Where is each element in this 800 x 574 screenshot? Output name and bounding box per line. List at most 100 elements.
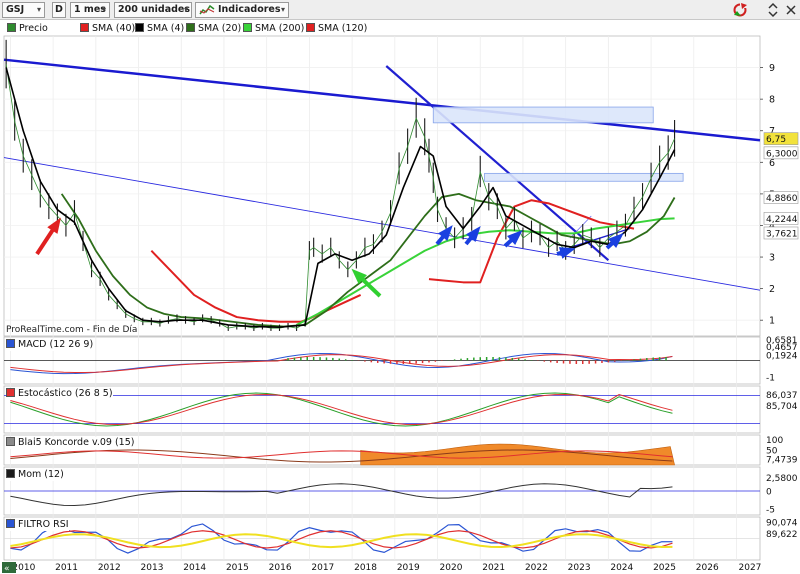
panel-title: Mom (12): [18, 469, 64, 480]
indicators-icon: [199, 4, 215, 15]
x-tick-label: 2025: [653, 563, 676, 573]
rsi-axis-label: 89,622: [766, 530, 798, 540]
chevron-down-icon: ▾: [101, 5, 106, 14]
macd-axis-label: 0,4657: [766, 343, 798, 353]
x-tick-label: 2027: [739, 563, 762, 573]
legend-swatch: [243, 23, 252, 32]
support-trendline: [3, 157, 761, 291]
arrow-shaft: [35, 223, 58, 256]
price-value-label: 4,8860: [766, 194, 798, 204]
legend-label: SMA (40): [92, 23, 136, 34]
legend-label: SMA (120): [318, 23, 368, 34]
chevron-down-icon: ▾: [36, 5, 41, 14]
price-value-label-box: [763, 146, 799, 160]
rsi-axis-label: 90,074: [766, 519, 798, 529]
y-tick-label: 3: [769, 253, 775, 264]
blai5-axis-label: 50: [766, 447, 778, 457]
units-select[interactable]: 200 unidades ▾: [114, 2, 192, 18]
indicators-label: Indicadores: [218, 4, 281, 15]
macd-signal-line: [10, 354, 673, 374]
arrow-head: [351, 268, 367, 284]
panel-swatch: [6, 519, 15, 528]
mom-axis-label: 2,5800: [766, 474, 798, 484]
short-trendline: [569, 227, 630, 249]
chevron-down-icon: ▾: [183, 5, 188, 14]
price-value-label: 6,75: [766, 135, 786, 145]
x-tick-label: 2022: [525, 563, 548, 573]
legend-swatch: [7, 23, 16, 32]
blue-arrow: [464, 226, 481, 246]
sma120-line: [428, 199, 635, 284]
price-value-label: 4,2244: [766, 215, 798, 225]
x-tick-label: 2021: [482, 563, 505, 573]
chart-type-label: D: [55, 4, 63, 15]
x-tick-label: 2023: [568, 563, 591, 573]
y-tick-label: 9: [769, 63, 775, 74]
arrow-shaft: [556, 249, 568, 256]
y-tick-label: 7: [769, 126, 775, 137]
legend-label: SMA (20): [198, 23, 242, 34]
legend-item-sma20[interactable]: SMA (20): [186, 23, 241, 35]
credit-text: ProRealTime.com - Fin de Día: [6, 325, 138, 335]
x-tick-label: 2011: [55, 563, 78, 573]
price-value-label-box: [763, 212, 799, 225]
x-tick-label: 2010: [12, 563, 35, 573]
arrow-head: [466, 226, 481, 242]
legend-item-sma200[interactable]: SMA (200): [243, 23, 304, 35]
panel-label-rsi[interactable]: FILTRO RSI: [6, 519, 69, 531]
legend-swatch: [306, 23, 315, 32]
price-value-label-box: [763, 191, 799, 204]
period-select[interactable]: 1 mes ▾: [70, 2, 110, 18]
x-tick-label: 2014: [183, 563, 206, 573]
scroll-left-icon: «: [4, 564, 10, 574]
x-tick-label: 2017: [311, 563, 334, 573]
chart-canvas: 2010 2011 2012 2013 2014 2015 2016 2017 2018 2019…: [2, 35, 799, 574]
legend-item-price[interactable]: Precio: [7, 23, 48, 35]
indicator-panels: [4, 352, 760, 554]
legend-swatch: [186, 23, 195, 32]
units-value: 200 unidades: [118, 4, 191, 15]
arrow-shaft: [435, 230, 449, 246]
price-plot: [3, 39, 761, 331]
scroll-left-button: [2, 562, 16, 573]
symbol-select[interactable]: GSJ ▾: [2, 2, 45, 18]
close-icon[interactable]: [785, 2, 797, 18]
red-arrow: [35, 217, 61, 256]
y-tick-label: 4: [769, 221, 775, 232]
panel-label-macd[interactable]: MACD (12 26 9): [6, 339, 94, 351]
panel-title: Blai5 Koncorde v.09 (15): [18, 437, 135, 448]
koncorde-brown-line: [10, 449, 673, 463]
legend-item-sma120[interactable]: SMA (120): [306, 23, 367, 35]
blai5-axis-label: 7,4739: [766, 456, 798, 466]
sma40-line: [150, 250, 362, 323]
indicators-button[interactable]: Indicadores ▾: [195, 2, 289, 18]
legend-label: Precio: [19, 23, 48, 34]
panel-label-blai5[interactable]: Blai5 Koncorde v.09 (15): [6, 437, 135, 449]
panel-label-stoch[interactable]: Estocástico (26 8 5): [6, 388, 113, 400]
axes: 2010 2011 2012 2013 2014 2015 2016 2017 2018 2019…: [2, 63, 799, 574]
y-tick-label: 2: [769, 284, 775, 295]
legend-item-sma40[interactable]: SMA (40): [80, 23, 135, 35]
legend-swatch: [135, 23, 144, 32]
arrow-head: [507, 229, 523, 245]
rsi-panel-frame: [3, 516, 761, 561]
refresh-icon[interactable]: [732, 2, 748, 18]
x-tick-label: 2015: [226, 563, 249, 573]
chart-type-button[interactable]: D: [52, 2, 66, 18]
expand-icon[interactable]: [766, 2, 780, 18]
rsi-yellow-line: [10, 533, 673, 549]
blue-arrow: [556, 247, 576, 259]
arrow-shaft: [356, 273, 382, 298]
legend-item-sma4[interactable]: SMA (4): [135, 23, 184, 35]
x-tick-label: 2016: [269, 563, 292, 573]
panel-label-mom[interactable]: Mom (12): [6, 469, 64, 481]
mom-line: [10, 483, 673, 507]
panel-swatch: [6, 437, 15, 446]
legend-label: SMA (4): [147, 23, 185, 34]
arrow-head: [438, 225, 453, 241]
price-value-label-box: [763, 132, 799, 145]
stoch-axis-label: 86,037: [766, 391, 798, 401]
koncorde-orange-area: [360, 443, 675, 466]
symbol-value: GSJ: [6, 4, 25, 15]
arrow-shaft: [605, 237, 619, 250]
